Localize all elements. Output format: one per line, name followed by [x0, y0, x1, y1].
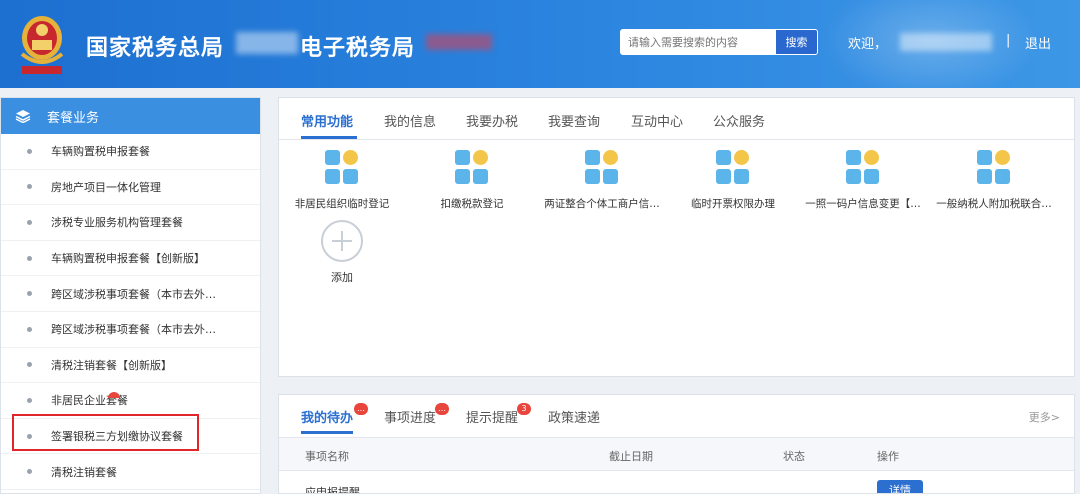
tab-query[interactable]: 我要查询	[548, 111, 600, 130]
tab-progress[interactable]: 事项进度	[384, 407, 436, 426]
tax-emblem-icon	[20, 16, 64, 74]
sidebar-item-label: 跨区域涉税事项套餐（本市去外…	[51, 287, 216, 301]
app-grid-icon	[325, 150, 359, 184]
package-sidebar: 套餐业务 车辆购置税申报套餐 房地产项目一体化管理 涉税专业服务机构管理套餐 车…	[0, 97, 261, 494]
column-header: 截止日期	[609, 450, 653, 463]
app-grid-icon	[585, 150, 619, 184]
bullet-icon	[27, 397, 32, 403]
redacted-username	[900, 33, 992, 51]
column-header: 操作	[877, 450, 899, 463]
bullet-icon	[27, 291, 32, 297]
app-grid-icon	[846, 150, 880, 184]
todo-item-name: 应申报提醒	[305, 486, 360, 494]
bullet-icon	[27, 148, 32, 154]
todo-panel: 我的待办 … 事项进度 … 提示提醒 3 政策速递 更多> 事项名称 截止日期 …	[278, 394, 1075, 494]
function-shortcut[interactable]: 一照一码户信息变更【…	[798, 150, 928, 211]
site-title: 国家税务总局	[86, 36, 225, 61]
function-label: 扣缴税款登记	[440, 198, 504, 210]
sidebar-item[interactable]: 房地产项目一体化管理	[1, 170, 260, 206]
redacted-region	[236, 32, 298, 54]
sidebar-item[interactable]: 跨区域涉税事项套餐（本市去外…	[1, 312, 260, 348]
redacted-label	[426, 34, 492, 50]
active-tab-indicator	[301, 431, 353, 434]
reminder-badge: 3	[517, 403, 531, 415]
common-functions-panel: 常用功能 我的信息 我要办税 我要查询 互动中心 公众服务 非居民组织临时登记 …	[278, 97, 1075, 377]
column-header: 事项名称	[305, 450, 349, 463]
tab-reminders[interactable]: 提示提醒	[466, 407, 518, 426]
tab-public-service[interactable]: 公众服务	[713, 111, 765, 130]
function-shortcut[interactable]: 一般纳税人附加税联合…	[929, 150, 1059, 211]
sidebar-item[interactable]: 车辆购置税申报套餐【创新版】	[1, 241, 260, 277]
sidebar-header[interactable]: 套餐业务	[1, 98, 260, 134]
function-shortcut[interactable]: 临时开票权限办理	[668, 150, 798, 211]
tab-my-todo[interactable]: 我的待办	[301, 407, 353, 426]
more-link[interactable]: 更多>	[1029, 409, 1060, 425]
function-tabs: 常用功能 我的信息 我要办税 我要查询 互动中心 公众服务	[279, 98, 1074, 140]
bullet-icon	[27, 184, 32, 190]
bullet-icon	[27, 362, 32, 368]
tab-policy-news[interactable]: 政策速递	[548, 407, 600, 426]
notification-badge	[108, 392, 120, 398]
tab-common-functions[interactable]: 常用功能	[301, 111, 353, 130]
sidebar-item[interactable]: 非居民企业套餐	[1, 383, 260, 419]
add-function-plus-icon[interactable]	[321, 220, 363, 262]
sidebar-item-label: 清税注销套餐【创新版】	[51, 358, 172, 372]
sidebar-item[interactable]: 跨区域涉税事项套餐（本市去外…	[1, 276, 260, 312]
sidebar-item-label: 房地产项目一体化管理	[51, 180, 161, 194]
tab-interaction[interactable]: 互动中心	[631, 111, 683, 130]
app-grid-icon	[455, 150, 489, 184]
sidebar-item-label: 涉税专业服务机构管理套餐	[51, 216, 183, 230]
function-label: 一般纳税人附加税联合…	[936, 198, 1052, 210]
logout-link[interactable]: 退出	[1025, 33, 1051, 52]
sidebar-item-label: 车辆购置税申报套餐【创新版】	[51, 252, 205, 266]
bullet-icon	[27, 219, 32, 225]
header-separator: |	[1006, 33, 1011, 48]
function-shortcut[interactable]: 扣缴税款登记	[407, 150, 537, 211]
function-label: 两证整合个体工商户信…	[544, 198, 660, 210]
search-input[interactable]	[620, 29, 775, 55]
column-header: 状态	[783, 450, 805, 463]
function-label: 非居民组织临时登记	[294, 198, 390, 210]
sidebar-item-label: 清税注销套餐	[51, 465, 117, 479]
layers-icon	[15, 110, 31, 123]
tab-file-tax[interactable]: 我要办税	[466, 111, 518, 130]
todo-table-header: 事项名称 截止日期 状态 操作	[279, 437, 1074, 471]
bullet-icon	[27, 255, 32, 261]
top-header: 国家税务总局 电子税务局 搜索 欢迎， | 退出	[0, 0, 1080, 88]
search-button[interactable]: 搜索	[775, 29, 818, 55]
sidebar-item[interactable]: 清税注销套餐【创新版】	[1, 348, 260, 384]
todo-badge: …	[354, 403, 368, 415]
sidebar-item-label: 车辆购置税申报套餐	[51, 145, 150, 159]
add-function-label: 添加	[331, 271, 353, 284]
sidebar-item-label: 签署银税三方划缴协议套餐	[51, 430, 183, 444]
bullet-icon	[27, 469, 32, 475]
function-label: 一照一码户信息变更【…	[805, 198, 921, 210]
site-title-suffix: 电子税务局	[300, 36, 416, 61]
app-grid-icon	[977, 150, 1011, 184]
app-grid-icon	[716, 150, 750, 184]
welcome-text: 欢迎，	[848, 37, 888, 52]
progress-badge: …	[435, 403, 449, 415]
tab-my-info[interactable]: 我的信息	[384, 111, 436, 130]
function-label: 临时开票权限办理	[691, 198, 775, 210]
bullet-icon	[27, 326, 32, 332]
sidebar-item[interactable]: 车辆购置税申报套餐	[1, 134, 260, 170]
sidebar-item[interactable]: 涉税专业服务机构管理套餐	[1, 205, 260, 241]
sidebar-title: 套餐业务	[47, 110, 100, 126]
bullet-icon	[27, 433, 32, 439]
function-shortcut[interactable]: 非居民组织临时登记	[277, 150, 407, 211]
active-tab-indicator	[301, 136, 357, 139]
sidebar-item-label: 跨区域涉税事项套餐（本市去外…	[51, 323, 216, 337]
sidebar-item[interactable]: 清税注销套餐	[1, 454, 260, 490]
detail-button[interactable]: 详情	[877, 480, 923, 493]
sidebar-item-bank-tax-agreement[interactable]: 签署银税三方划缴协议套餐	[1, 419, 260, 455]
function-shortcut[interactable]: 两证整合个体工商户信…	[537, 150, 667, 211]
